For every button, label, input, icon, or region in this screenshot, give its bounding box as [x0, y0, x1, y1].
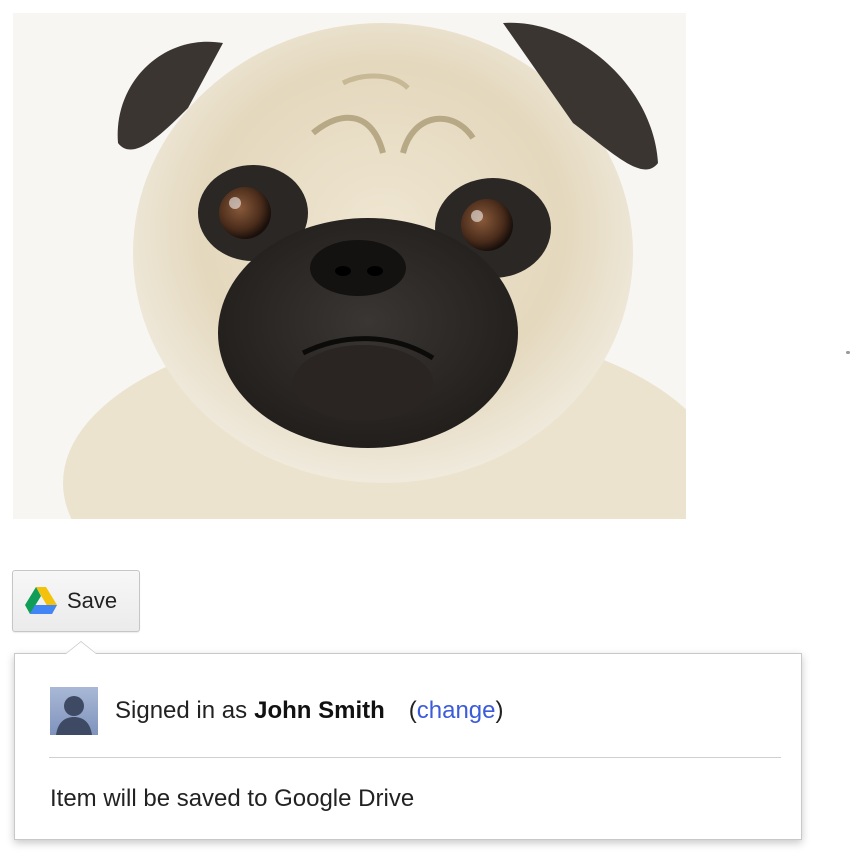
- change-account-link[interactable]: change: [417, 697, 496, 724]
- save-popup: Signed in as John Smith (change) Item wi…: [14, 641, 802, 840]
- stray-speck: [846, 351, 850, 354]
- google-drive-icon: [25, 587, 57, 615]
- popup-arrow: [65, 641, 97, 654]
- pug-photo-drawing: [13, 13, 686, 519]
- change-account: (change): [409, 697, 504, 725]
- default-user-avatar-icon: [50, 687, 98, 735]
- change-open-paren: (: [408, 697, 417, 724]
- save-to-drive-button[interactable]: Save: [12, 570, 140, 632]
- signed-in-label: Signed in as: [115, 697, 248, 724]
- account-row: Signed in as John Smith (change): [50, 686, 504, 736]
- change-close-paren: ): [495, 697, 504, 724]
- save-button-label: Save: [67, 588, 118, 613]
- pug-photo: [13, 13, 686, 519]
- user-name: John Smith: [254, 697, 385, 724]
- page: Save Signed in as John Smith (change) It…: [0, 0, 855, 862]
- popup-divider: [49, 757, 781, 758]
- save-destination-text: Item will be saved to Google Drive: [50, 785, 415, 812]
